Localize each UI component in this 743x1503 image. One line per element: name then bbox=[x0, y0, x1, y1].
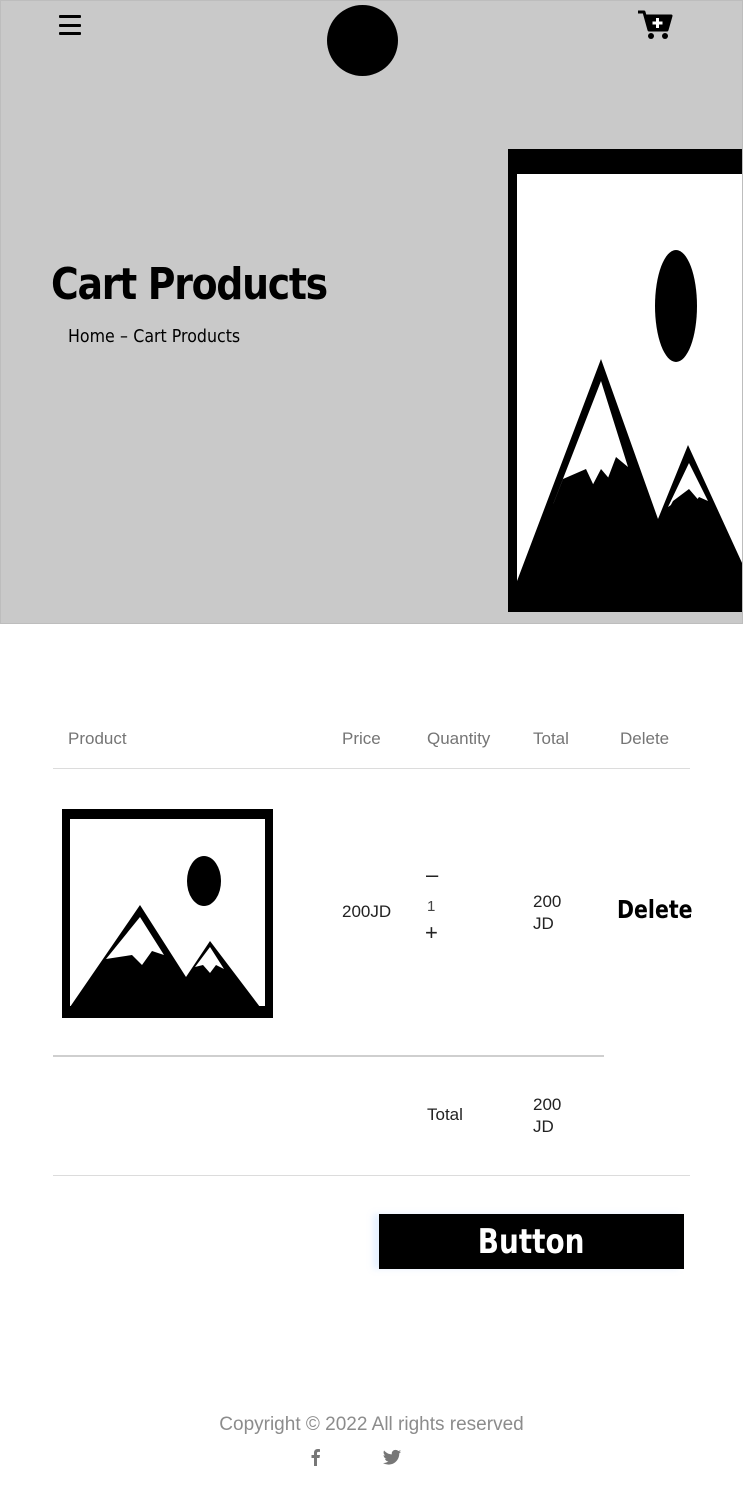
breadcrumb: Home – Cart Products bbox=[68, 326, 240, 347]
column-header-price: Price bbox=[342, 729, 381, 748]
twitter-icon[interactable] bbox=[382, 1447, 402, 1467]
breadcrumb-separator: – bbox=[120, 326, 128, 347]
hero-banner: Cart Products Home – Cart Products bbox=[0, 0, 743, 624]
column-header-quantity: Quantity bbox=[427, 729, 491, 748]
row-divider bbox=[53, 1055, 604, 1057]
cart-add-icon[interactable] bbox=[637, 9, 673, 41]
header-divider bbox=[53, 768, 690, 769]
facebook-icon[interactable] bbox=[306, 1447, 326, 1467]
page-title: Cart Products bbox=[51, 259, 328, 310]
delete-button[interactable]: Delete bbox=[617, 895, 693, 924]
column-header-product: Product bbox=[68, 729, 127, 748]
breadcrumb-home-link[interactable]: Home bbox=[68, 326, 115, 347]
checkout-button[interactable]: Button bbox=[379, 1214, 684, 1269]
row-price: 200JD bbox=[342, 902, 392, 921]
logo[interactable] bbox=[327, 5, 398, 76]
image-placeholder-icon bbox=[60, 807, 275, 1020]
column-header-total: Total bbox=[533, 729, 569, 748]
row-total: 200 JD bbox=[533, 892, 562, 933]
checkout-button-label: Button bbox=[478, 1221, 585, 1262]
copyright-text: Copyright © 2022 All rights reserved bbox=[219, 1414, 524, 1435]
summary-divider bbox=[53, 1175, 690, 1176]
hamburger-menu-icon[interactable] bbox=[59, 15, 81, 35]
quantity-decrease-button[interactable]: – bbox=[426, 862, 438, 888]
quantity-increase-button[interactable]: + bbox=[425, 920, 438, 946]
summary-total-value: 200 JD bbox=[533, 1095, 562, 1136]
quantity-value: 1 bbox=[427, 898, 436, 915]
image-placeholder-icon bbox=[508, 149, 742, 612]
breadcrumb-current: Cart Products bbox=[133, 326, 241, 347]
summary-total-label: Total bbox=[427, 1105, 463, 1124]
column-header-delete: Delete bbox=[620, 729, 670, 748]
